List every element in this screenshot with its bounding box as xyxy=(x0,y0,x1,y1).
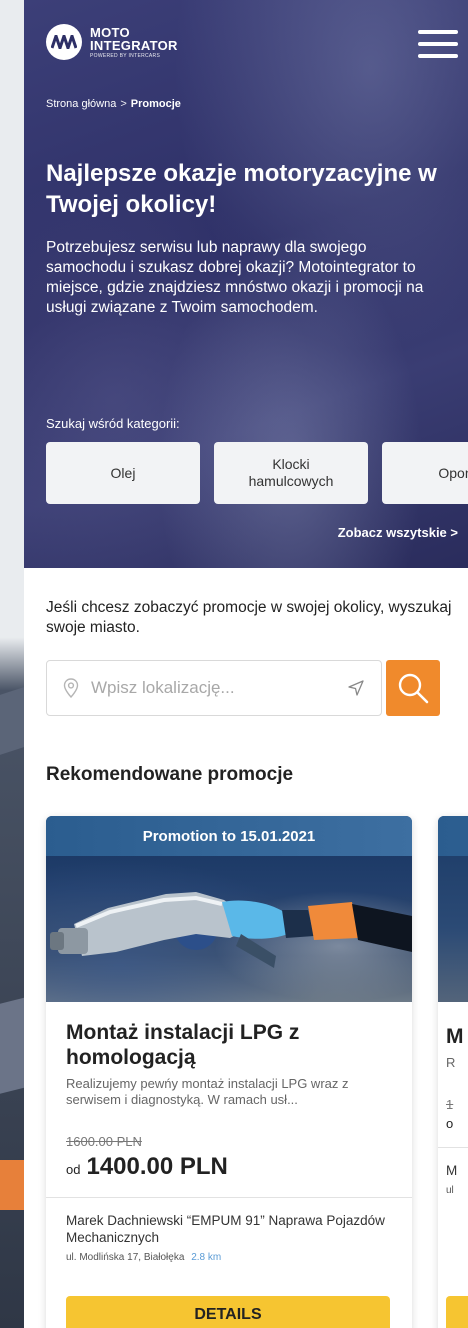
breadcrumb-home[interactable]: Strona główna xyxy=(46,98,116,110)
merchant-name: M P xyxy=(446,1163,468,1178)
category-button-tires[interactable]: Opony xyxy=(382,442,468,504)
logo-line-2: INTEGRATOR xyxy=(90,37,178,53)
address-text: ul. Modlińska 17, Białołęka xyxy=(66,1252,185,1263)
price-row: o xyxy=(446,1116,468,1131)
logo[interactable]: MOTO INTEGRATOR POWERED BY INTERCARS xyxy=(46,24,178,60)
card-title[interactable]: M h xyxy=(446,1024,468,1049)
logo-tagline: POWERED BY INTERCARS xyxy=(90,52,161,59)
location-search-field[interactable] xyxy=(46,660,382,716)
card-description: R w xyxy=(446,1055,468,1070)
promotion-image xyxy=(438,816,468,1002)
hero-description: Potrzebujesz serwisu lub naprawy dla swo… xyxy=(46,239,424,316)
navigation-arrow-icon[interactable] xyxy=(347,679,365,697)
logo-line-1: MOTO xyxy=(90,24,130,40)
card-title[interactable]: Montaż instalacji LPG z homologacją xyxy=(66,1020,392,1070)
new-price: 1400.00 PLN xyxy=(86,1153,228,1180)
see-all-link[interactable]: Zobacz wszytskie > xyxy=(338,525,458,540)
category-button-brake-pads[interactable]: Klocki hamulcowych xyxy=(214,442,368,504)
breadcrumb-separator: > xyxy=(120,98,127,110)
recommended-title: Rekomendowane promocje xyxy=(46,764,294,785)
promotion-image: Promotion to 15.01.2021 xyxy=(46,816,412,1002)
divider xyxy=(438,1147,468,1148)
details-button[interactable] xyxy=(446,1296,468,1328)
hamburger-icon[interactable] xyxy=(418,30,458,58)
merchant-name: Marek Dachniewski “EMPUM 91” Naprawa Poj… xyxy=(66,1213,385,1245)
promotion-date-banner xyxy=(438,816,468,856)
price-row: od 1400.00 PLN xyxy=(66,1153,392,1181)
distance-label: 2.8 km xyxy=(191,1252,222,1263)
breadcrumb: Strona główna > Promocje xyxy=(46,98,181,110)
location-pin-icon xyxy=(63,678,79,698)
old-price: 1 xyxy=(446,1097,454,1112)
old-price: 1600.00 PLN xyxy=(66,1134,142,1149)
promotion-card[interactable]: M h R w 1 o M P ul xyxy=(438,816,468,1328)
location-search-input[interactable] xyxy=(91,678,339,698)
card-body: M h R w 1 o M P ul xyxy=(438,1002,468,1196)
promotion-card[interactable]: Promotion to 15.01.2021 Montaż instalacj… xyxy=(46,816,412,1328)
price-prefix: od xyxy=(66,1162,81,1177)
merchant-address: ul. Modlińska 17, Białołęka 2.8 km xyxy=(66,1252,392,1263)
promotion-date-banner: Promotion to 15.01.2021 xyxy=(46,816,412,856)
card-body: Montaż instalacji LPG z homologacją Real… xyxy=(46,1002,412,1263)
mobile-screen: MOTO INTEGRATOR POWERED BY INTERCARS Str… xyxy=(24,0,468,1328)
search-icon xyxy=(398,673,429,704)
hero-section: MOTO INTEGRATOR POWERED BY INTERCARS Str… xyxy=(24,0,468,568)
card-description: Realizujemy pewńy montaż instalacji LPG … xyxy=(66,1076,349,1107)
logo-mark-icon xyxy=(46,24,82,60)
page-title: Najlepsze okazje motoryzacyjne w Twojej … xyxy=(46,160,437,218)
merchant-address: ul xyxy=(446,1185,454,1196)
search-button[interactable] xyxy=(386,660,440,716)
divider xyxy=(46,1197,412,1198)
category-list: Olej Klocki hamulcowych Opony xyxy=(46,442,468,504)
category-button-oil[interactable]: Olej xyxy=(46,442,200,504)
details-button[interactable]: DETAILS xyxy=(66,1296,390,1328)
logo-text: MOTO INTEGRATOR POWERED BY INTERCARS xyxy=(90,26,178,59)
search-intro: Jeśli chcesz zobaczyć promocje w swojej … xyxy=(46,599,452,636)
price-prefix: o xyxy=(446,1116,454,1131)
categories-label: Szukaj wśród kategorii: xyxy=(46,416,180,431)
breadcrumb-current: Promocje xyxy=(130,98,181,110)
